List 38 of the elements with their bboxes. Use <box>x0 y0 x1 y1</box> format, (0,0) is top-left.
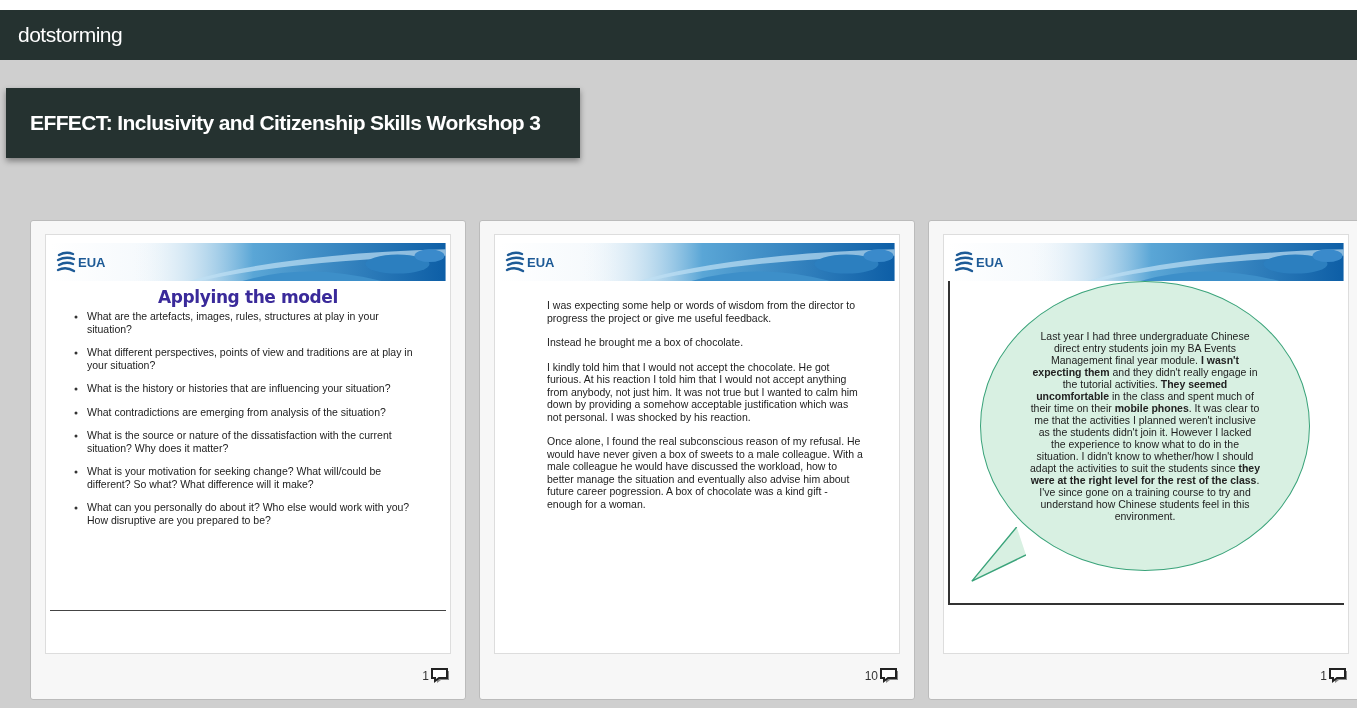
bullet-icon <box>74 410 78 415</box>
comment-count: 1 <box>422 669 429 683</box>
bullet-text: What is the source or nature of the dissatisfaction with the current situation? Why does it matter? <box>87 429 393 454</box>
comment-icon[interactable] <box>880 668 900 684</box>
idea-card[interactable] <box>479 220 915 700</box>
bullet-icon <box>74 387 78 391</box>
slide-paragraph: Instead he brought me a box of chocolate. <box>547 336 745 349</box>
bullet-text: What is the history or histories that are influencing your situation? <box>87 382 391 395</box>
slide-heading: Applying the model <box>157 287 339 307</box>
bullet-icon <box>74 470 78 474</box>
slide-paragraph: I kindly told him that I would not accept the chocolate. He got furious. At his reaction I told him that I would not accept anything from anybody, not just him. It was not true but I wanted to calm him down by providing a somehow acceptable justification which was not personal. I was shocked by his reaction. <box>547 360 859 423</box>
banner-label: EUA <box>527 254 555 270</box>
globe-logo-icon <box>954 249 974 275</box>
comment-count: 1 <box>1320 669 1327 683</box>
idea-card[interactable] <box>928 220 1357 700</box>
bullet-icon <box>74 434 78 438</box>
banner-label: EUA <box>976 254 1004 270</box>
board-title: EFFECT: Inclusivity and Citizenship Skills Workshop 3 <box>30 111 541 135</box>
bullet-icon <box>74 315 78 319</box>
bullet-text: What are the artefacts, images, rules, structures at play in your situation? <box>87 310 380 335</box>
bullet-text: What contradictions are emerging from analysis of the situation? <box>87 405 386 418</box>
bubble-text: Last year I had three undergraduate Chinese direct entry students join my BA Events Management final year module. I wasn't expecting them and they didn't really engage in the tutorial activities. They seemed uncomfortable in the class and spent much of their time on their mobile phones. It was clear to me that the activities I planned weren't inclusive as the students didn't join it. However I lacked the experience to know what to do in the situation. I didn't know to whether/how I should adapt the activities to suit the students since they were at the right level for the rest of the class. I've since gone on a training course to try and understand how Chinese students feel in this environment. <box>1030 330 1260 522</box>
bullet-text: What can you personally do about it? Who else would work with you? How disruptive are you prepared to be? <box>87 501 411 526</box>
bullet-text: What different perspectives, points of view and traditions are at play in your situation? <box>87 346 414 371</box>
globe-logo-icon <box>56 249 76 275</box>
globe-logo-icon <box>505 249 525 275</box>
bullet-icon <box>74 351 78 355</box>
bullet-text: What is your motivation for seeking change? What will/could be different? So what? What difference will it make? <box>87 465 383 490</box>
bubble-tail-icon <box>970 527 1026 583</box>
banner-label: EUA <box>78 254 106 270</box>
idea-card[interactable] <box>30 220 466 700</box>
app-name[interactable]: dotstorming <box>18 23 123 47</box>
comment-count: 10 <box>864 669 878 683</box>
comment-icon[interactable] <box>431 668 451 684</box>
slide-paragraph: Once alone, I found the real subconscious reason of my refusal. He would have never given a box of sweets to a male colleague. With a male colleague he would have discussed the workload, how to better manage the situation and eventually also advise him about future career pogression. A box of chocolate was a kind gift - enough for a woman. <box>547 435 864 510</box>
comment-icon[interactable] <box>1329 668 1349 684</box>
slide-paragraph: I was expecting some help or words of wisdom from the director to progress the project or give me useful feedback. <box>547 299 857 324</box>
bullet-icon <box>74 506 78 510</box>
